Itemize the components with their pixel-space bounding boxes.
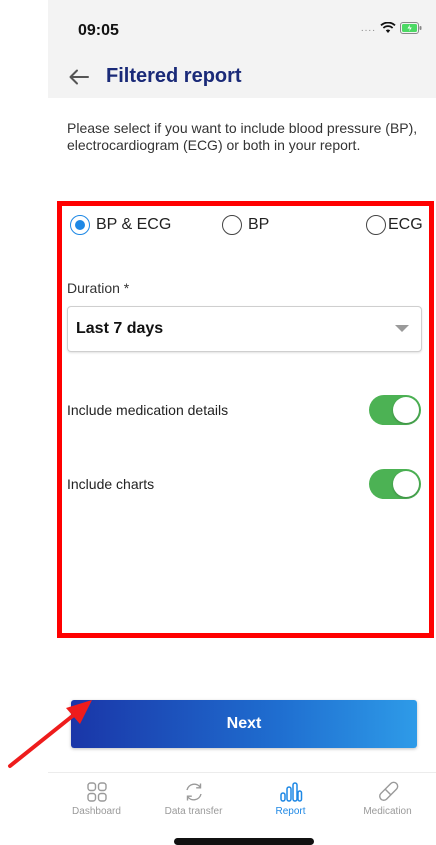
annotation-arrow-icon: [8, 700, 92, 768]
tab-medication[interactable]: Medication: [339, 773, 436, 824]
chevron-down-icon: [395, 325, 409, 332]
status-bar: 09:05 ....: [48, 0, 436, 60]
toggle-knob: [393, 471, 419, 497]
tab-data-transfer[interactable]: Data transfer: [145, 773, 242, 824]
radio-bp-ecg[interactable]: BP & ECG: [70, 215, 171, 235]
tab-label: Report: [275, 806, 306, 817]
tab-report[interactable]: Report: [242, 773, 339, 824]
home-indicator: [174, 838, 314, 845]
duration-value: Last 7 days: [76, 320, 164, 337]
radio-label-bp-ecg: BP & ECG: [96, 216, 172, 233]
status-time: 09:05: [78, 22, 119, 39]
tab-dashboard[interactable]: Dashboard: [48, 773, 145, 824]
medication-toggle-label: Include medication details: [67, 402, 229, 418]
report-bars-icon: [279, 782, 302, 802]
wifi-icon: [380, 22, 396, 33]
battery-icon: [400, 22, 422, 34]
page-title: Filtered report: [106, 65, 242, 87]
tab-label: Data transfer: [164, 806, 223, 817]
back-arrow-icon: [69, 69, 89, 85]
charts-toggle-label: Include charts: [67, 476, 155, 492]
radio-label-ecg: ECG: [388, 216, 423, 233]
radio-label-bp: BP: [248, 216, 270, 233]
medication-toggle[interactable]: [369, 395, 421, 425]
radio-button-checked[interactable]: [70, 215, 90, 235]
radio-bp[interactable]: BP: [222, 215, 269, 235]
radio-button[interactable]: [222, 215, 242, 235]
pill-icon: [378, 781, 398, 801]
grid-icon: [86, 782, 107, 802]
duration-dropdown[interactable]: Last 7 days: [67, 306, 422, 352]
intro-text: Please select if you want to include blo…: [67, 120, 418, 153]
radio-ecg[interactable]: ECG: [366, 215, 423, 235]
tab-label: Dashboard: [72, 806, 121, 817]
app-header: Filtered report: [48, 60, 436, 98]
next-button[interactable]: Next: [71, 700, 417, 748]
radio-button[interactable]: [366, 215, 386, 235]
duration-label: Duration *: [67, 280, 130, 296]
signal-icon: ....: [360, 22, 376, 34]
charts-toggle[interactable]: [369, 469, 421, 499]
bottom-tab-bar: Dashboard Data transfer Report Medicatio…: [48, 772, 436, 824]
back-button[interactable]: [64, 62, 94, 92]
sync-icon: [185, 783, 202, 801]
toggle-knob: [393, 397, 419, 423]
tab-label: Medication: [363, 806, 412, 817]
status-icons: ....: [361, 22, 422, 34]
